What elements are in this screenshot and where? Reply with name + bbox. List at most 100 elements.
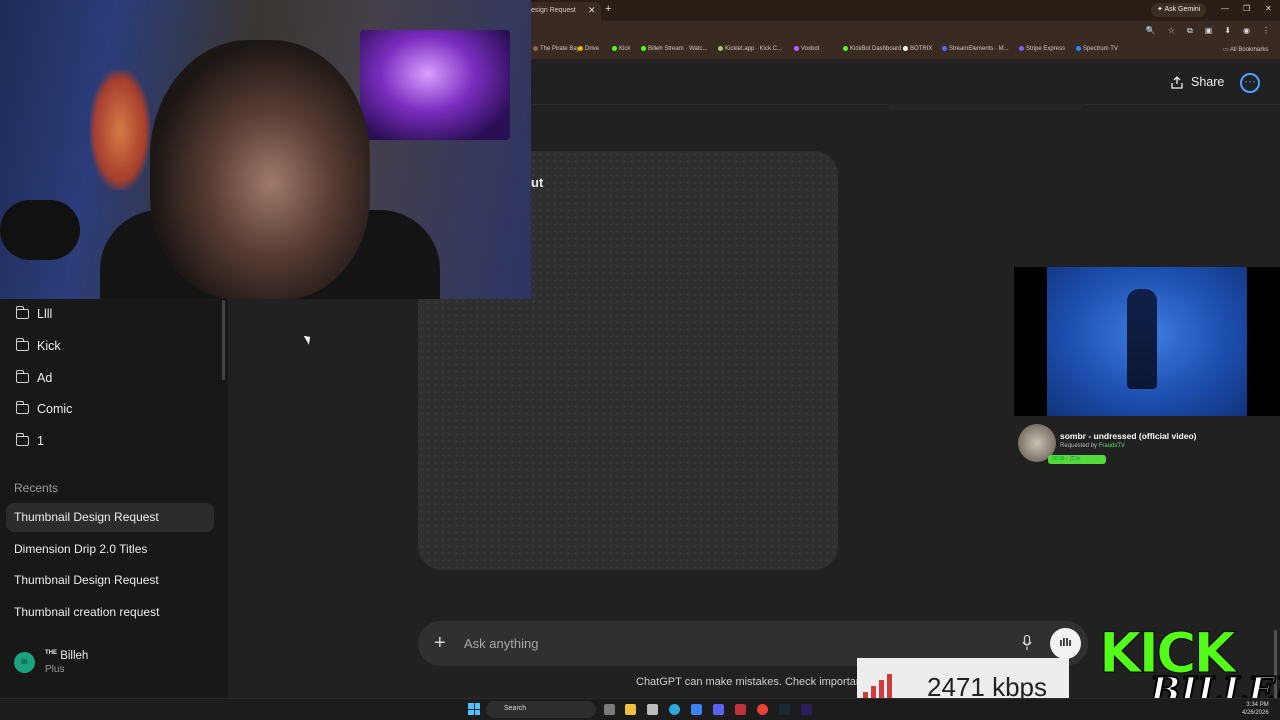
bookmark-favicon-icon [718,46,723,51]
bookmark-label: Spectrum TV [1083,46,1118,53]
voice-mode-button[interactable]: ıllı [1050,628,1081,659]
bookmark-favicon-icon [578,46,583,51]
share-button[interactable]: Share [1171,75,1224,89]
clock[interactable]: 3:34 PM 4/26/2026 [1242,701,1269,717]
prompt-input[interactable]: Ask anything [464,636,538,651]
bookmark-item[interactable]: Voxbot [794,46,819,52]
bookmark-favicon-icon [843,46,848,51]
search-label: Search [504,705,527,712]
requested-by-prefix: Requested by [1060,443,1098,449]
sidebar-folder[interactable]: Kick [16,336,61,356]
webcam-streamer-head [150,40,370,299]
recent-chat-item[interactable]: Thumbnail creation request [6,598,214,627]
folder-label: 1 [37,434,44,448]
bookmark-label: StreamElements · M... [949,46,1009,53]
all-bookmarks-label: All Bookmarks [1230,47,1269,53]
mail-icon[interactable] [691,704,702,715]
bookmark-item[interactable]: KickBot Dashboard [843,46,901,52]
music-video-widget [1014,267,1280,416]
bookmark-item[interactable]: StreamElements · M... [942,46,1009,52]
sidebar-folder[interactable]: 1 [16,431,44,451]
webcam-light [90,70,150,190]
recent-chat-item[interactable]: Thumbnail Design Request [6,566,214,595]
clock-time: 3:34 PM [1246,702,1269,708]
webcam-overlay [0,0,531,299]
sparkle-icon: ✦ [1157,6,1163,13]
windows-start-icon[interactable] [468,703,480,715]
download-icon[interactable]: ⬇ [1224,26,1231,36]
sidebar-scrollbar[interactable] [222,300,225,380]
task-view-icon[interactable] [604,704,615,715]
bookmark-favicon-icon [641,46,646,51]
premiere-icon[interactable] [801,704,812,715]
bookmark-favicon-icon [533,46,538,51]
window-close-icon[interactable]: ✕ [1265,4,1272,13]
ask-gemini-button[interactable]: ✦ Ask Gemini [1151,3,1207,17]
close-icon[interactable]: ✕ [588,5,596,16]
more-options-button[interactable]: ··· [1240,73,1260,93]
song-title: sombr - undressed (official video) [1060,431,1197,441]
menu-icon[interactable]: ⋮ [1262,26,1270,36]
bookmark-favicon-icon [794,46,799,51]
bookmark-item[interactable]: Spectrum TV [1076,46,1118,52]
bookmark-label: Voxbot [801,46,820,53]
recent-chat-item[interactable]: Dimension Drip 2.0 Titles [6,535,214,564]
zoom-icon[interactable]: 🔍 [1146,26,1156,36]
chrome-icon[interactable] [757,704,768,715]
avatar: BI [14,652,35,673]
obs-icon[interactable] [735,704,746,715]
sidebar-folder[interactable]: Ad [16,368,52,388]
folder-label: Kick [37,339,61,353]
recent-chat-item[interactable]: Thumbnail Design Request [6,503,214,532]
user-name-text: Billeh [60,650,89,662]
minimize-icon[interactable]: — [1221,4,1229,13]
sidebar-folder[interactable]: Llll [16,304,52,324]
folder-icon: ▭ [1223,47,1229,53]
bookmark-item[interactable]: Stripe Express [1019,46,1065,52]
all-bookmarks[interactable]: ▭ All Bookmarks [1223,46,1268,53]
extensions-icon[interactable]: ⧉ [1187,26,1193,36]
bookmark-item[interactable]: Kicklet.app · Kick C... [718,46,782,52]
bookmark-label: Kicklet.app · Kick C... [725,46,783,53]
bookmark-item[interactable]: Kick [612,46,630,52]
webcam-background-light [360,30,510,140]
file-explorer-icon[interactable] [625,704,636,715]
bookmark-label: Kick [619,46,631,53]
bookmark-item[interactable]: The Pirate Bay [533,46,580,52]
bookmark-item[interactable]: Drive [578,46,599,52]
folder-icon [16,338,29,351]
maximize-icon[interactable]: ❐ [1243,4,1250,13]
card-title: ut [531,175,544,190]
profile-icon[interactable]: ◉ [1243,26,1250,36]
sidebar-folder[interactable]: Comic [16,399,72,419]
star-icon[interactable]: ☆ [1168,26,1175,36]
new-tab-icon[interactable]: + [605,3,611,15]
webcam-microphone [0,200,80,260]
now-playing: sombr - undressed (official video) Reque… [1018,424,1276,464]
user-plan: Plus [45,664,65,675]
screen: esign Request ✕ + ✦ Ask Gemini — ❐ ✕ 🔍 ☆… [0,0,1280,720]
taskbar-search[interactable]: Search [486,701,596,718]
folder-label: Llll [37,307,53,321]
bookmarks-bar: ▭ All Bookmarks The Pirate Bay Drive Kick B… [531,42,1280,60]
bookmark-item[interactable]: BOTRIX [903,46,932,52]
folder-icon [16,306,29,319]
bookmark-item[interactable]: Billeh Stream · Watc... [641,46,707,52]
browser-tab[interactable]: esign Request ✕ [531,2,601,21]
sidepanel-icon[interactable]: ▣ [1205,26,1213,36]
store-icon[interactable] [647,704,658,715]
recents-heading: Recents [14,481,59,495]
user-profile[interactable]: BI THE Billeh Plus [14,650,88,675]
plus-icon[interactable]: + [434,632,446,655]
microphone-icon[interactable] [1022,635,1032,651]
toolbar-icons: 🔍 ☆ ⧉ ▣ ⬇ ◉ ⋮ [1146,26,1270,36]
bookmark-label: KickBot Dashboard [850,46,902,53]
message-bubble-edge [888,104,1084,110]
bookmark-favicon-icon [612,46,617,51]
discord-icon[interactable] [713,704,724,715]
folder-icon [16,401,29,414]
steam-icon[interactable] [779,704,790,715]
edge-icon[interactable] [669,704,680,715]
bookmark-label: BOTRIX [910,46,933,53]
taskbar: Search 3:34 PM 4/26/2026 [0,698,1280,720]
